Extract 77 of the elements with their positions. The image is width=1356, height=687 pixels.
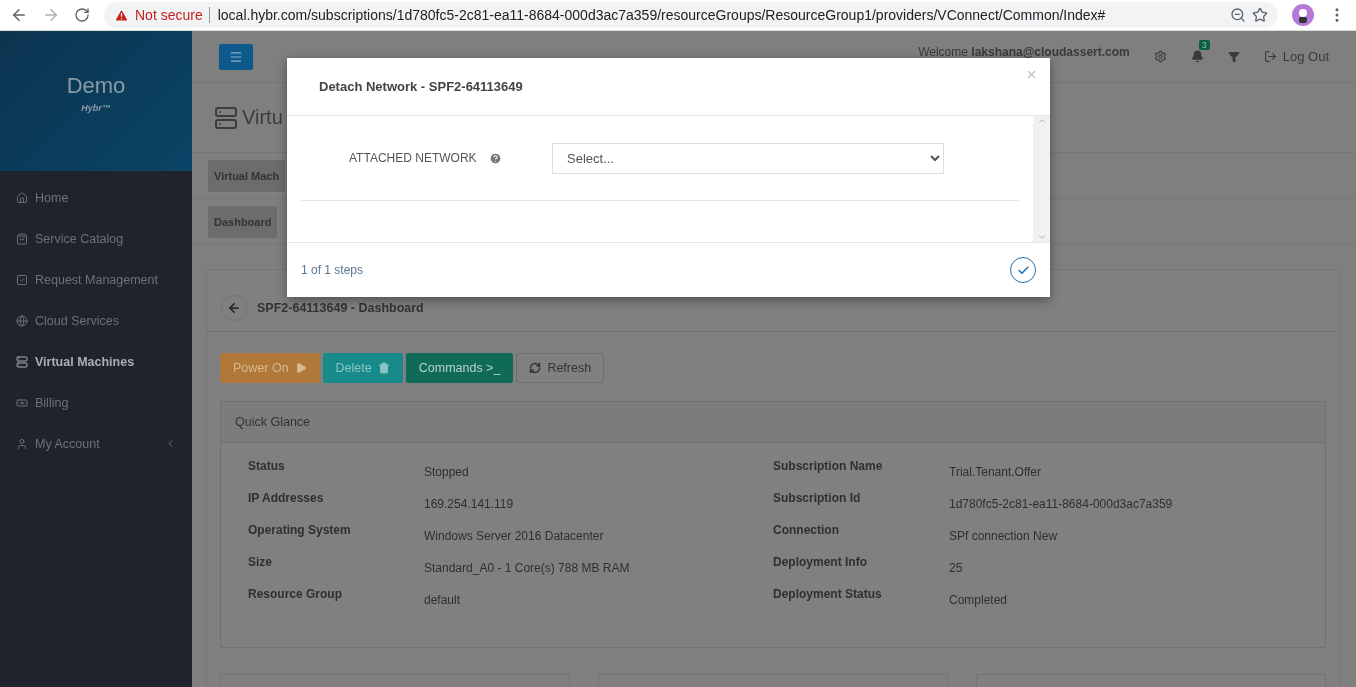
- sidebar-item[interactable]: Billing: [0, 382, 192, 423]
- field-label: Deployment Status: [773, 587, 883, 603]
- brand-tagline: Hybr™: [81, 103, 111, 113]
- back-icon[interactable]: [10, 6, 28, 24]
- forward-icon[interactable]: [42, 6, 60, 24]
- brand-name: Demo: [66, 73, 126, 99]
- network-select[interactable]: Select...: [552, 142, 944, 174]
- field-label: IP Addresses: [248, 491, 325, 507]
- security-warning: Not secure: [135, 7, 203, 23]
- tab[interactable]: Dashboard: [208, 205, 278, 238]
- field-label: Resource Group: [248, 587, 344, 603]
- delete-button[interactable]: Delete: [322, 353, 403, 383]
- field-label: Deployment Info: [773, 555, 868, 571]
- filter-icon[interactable]: [1227, 50, 1240, 63]
- sidebar-item[interactable]: My Account: [0, 423, 192, 464]
- arrow-left-icon: [227, 300, 241, 315]
- field-value: SPf connection New: [949, 528, 1059, 543]
- finish-button[interactable]: [1010, 257, 1036, 283]
- notification-count: 3: [1198, 40, 1210, 50]
- field-value: Standard_A0 - 1 Core(s) 788 MB RAM: [424, 560, 631, 575]
- avatar-icon[interactable]: [1292, 4, 1314, 26]
- panel-title: Quick Glance: [235, 415, 311, 429]
- user-icon: [16, 437, 28, 450]
- checkbox-icon: [16, 273, 28, 286]
- field-label: Subscription Id: [773, 491, 862, 507]
- page-title: Virtu: [242, 106, 283, 129]
- field-value: 25: [949, 560, 964, 575]
- field-label: Size: [248, 555, 273, 571]
- logout-link[interactable]: Log Out: [1263, 49, 1329, 64]
- shopping-bag-icon: [16, 232, 28, 245]
- sidebar-item[interactable]: Request Management: [0, 259, 192, 300]
- tab[interactable]: Virtual Mach: [208, 159, 286, 192]
- welcome-text: Welcome lakshana@cloudassert.com: [918, 44, 1130, 59]
- sidebar-item[interactable]: Service Catalog: [0, 218, 192, 259]
- warning-icon: [114, 7, 129, 23]
- menu-icon: [229, 49, 243, 64]
- menu-button[interactable]: [219, 43, 253, 70]
- zoom-out-icon[interactable]: [1230, 7, 1246, 23]
- step-counter: 1 of 1 steps: [301, 263, 364, 277]
- field-label: ATTACHED NETWORK: [349, 151, 478, 165]
- field-label: Operating System: [248, 523, 352, 539]
- close-icon: [1025, 68, 1038, 81]
- play-icon: [294, 362, 307, 374]
- field-value: 1d780fc5-2c81-ea11-8684-000d3ac7a359: [949, 496, 1174, 511]
- globe-icon: [16, 314, 28, 327]
- field-label: Subscription Name: [773, 459, 884, 475]
- settings-icon[interactable]: [1153, 50, 1167, 63]
- reload-icon[interactable]: [74, 7, 90, 23]
- sidebar-item[interactable]: Cloud Services: [0, 300, 192, 341]
- server-icon: [16, 355, 28, 368]
- trash-icon: [377, 362, 390, 374]
- bell-icon[interactable]: [1190, 50, 1204, 63]
- banknote-icon: [16, 396, 28, 409]
- field-value: Completed: [949, 592, 1009, 607]
- field-label: Status: [248, 459, 286, 475]
- address-bar[interactable]: Not secure local.hybr.com/subscriptions/1d780fc5-2c81-ea11-8684-000d3ac7a359/resourceGroups/ResourceGroup1/providers/VConnect/Common/Index#: [104, 2, 1278, 28]
- refresh-icon: [529, 362, 542, 374]
- field-value: default: [424, 592, 462, 607]
- home-icon: [16, 191, 28, 204]
- power-button[interactable]: Power On: [220, 353, 320, 383]
- sidebar-item[interactable]: Virtual Machines: [0, 341, 192, 382]
- star-icon[interactable]: [1252, 7, 1268, 23]
- url-text: local.hybr.com/subscriptions/1d780fc5-2c81-ea11-8684-000d3ac7a359/resourceGroups/ResourceGroup1/providers/VConnect/Common/Index#: [208, 7, 1106, 23]
- sidebar-item[interactable]: Home: [0, 177, 192, 218]
- dialog-title: Detach Network - SPF2-64113649: [319, 79, 523, 94]
- field-value: Stopped: [424, 464, 470, 479]
- help-icon[interactable]: [489, 151, 502, 165]
- field-value: Windows Server 2016 Datacenter: [424, 528, 605, 543]
- field-value: 169.254.141.119: [424, 496, 515, 511]
- refresh-button[interactable]: Refresh: [516, 353, 605, 383]
- card-title: SPF2-64113649 - Dashboard: [257, 300, 424, 315]
- field-value: Trial.Tenant.Offer: [949, 464, 1043, 479]
- server-icon: [214, 105, 238, 130]
- field-label: Connection: [773, 523, 840, 539]
- logout-icon: [1263, 50, 1277, 63]
- check-icon: [1016, 263, 1030, 277]
- commands-button[interactable]: Commands >_: [405, 353, 514, 383]
